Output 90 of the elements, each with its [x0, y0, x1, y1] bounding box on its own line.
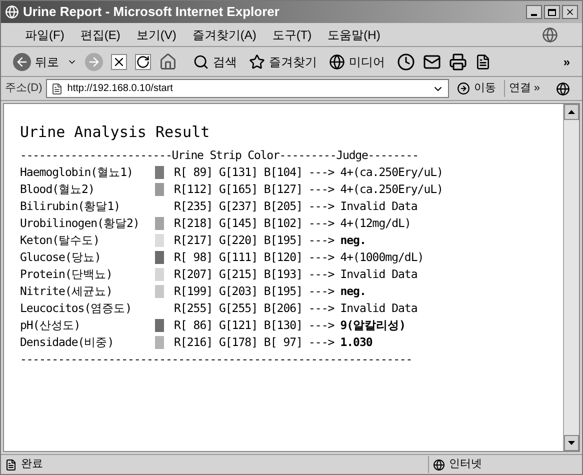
rgb-value: R[112] G[165] B[127]: [174, 181, 302, 198]
report-header: ------------------------Urine Strip Color---------Judge--------: [20, 147, 420, 164]
page-icon: [5, 458, 17, 470]
address-label: 주소(D): [5, 81, 42, 96]
favorites-button[interactable]: 즐겨찾기: [249, 52, 317, 70]
analyte-name: Keton(탈수도): [20, 232, 100, 249]
judge-result: Invalid Data: [340, 266, 418, 283]
report-title: Urine Analysis Result: [20, 124, 211, 141]
print-button[interactable]: [449, 52, 467, 70]
rgb-value: R[216] G[178] B[ 97]: [174, 334, 302, 351]
analyte-name: Haemoglobin(혈뇨1): [20, 164, 134, 181]
judge-result: 4+(ca.250Ery/uL): [340, 164, 443, 181]
rgb-value: R[218] G[145] B[102]: [174, 215, 302, 232]
rgb-value: R[ 86] G[121] B[130]: [174, 317, 302, 334]
globe-icon: [433, 458, 445, 470]
judge-result: 4+(ca.250Ery/uL): [340, 181, 443, 198]
back-button[interactable]: 뒤로: [13, 52, 59, 70]
history-button[interactable]: [397, 52, 415, 70]
arrow-text: --->: [308, 181, 334, 198]
star-icon: [249, 54, 265, 70]
rgb-value: R[217] G[220] B[195]: [174, 232, 302, 249]
rgb-value: R[235] G[237] B[205]: [174, 198, 302, 215]
scroll-up-button[interactable]: [564, 104, 579, 120]
arrow-text: --->: [308, 300, 334, 317]
judge-result: neg.: [340, 283, 366, 300]
minimize-icon: [531, 14, 537, 16]
judge-result: 9(알칼리성): [340, 317, 406, 334]
judge-result: 4+(12mg/dL): [340, 215, 411, 232]
down-arrow-icon: [568, 441, 575, 445]
more-button[interactable]: »: [563, 52, 570, 70]
analyte-name: Glucose(당뇨): [20, 249, 102, 266]
report-footer: --------------------------------------------------------------: [20, 351, 563, 368]
status-text: 완료: [21, 457, 43, 472]
up-arrow-icon: [568, 110, 575, 114]
analyte-name: Blood(혈뇨2): [20, 181, 96, 198]
rgb-value: R[ 89] G[131] B[104]: [174, 164, 302, 181]
arrow-text: --->: [308, 198, 334, 215]
maximize-button[interactable]: [544, 5, 560, 19]
menu-item[interactable]: 즐겨찾기(A): [192, 26, 256, 44]
judge-result: neg.: [340, 232, 366, 249]
menu-item[interactable]: 보기(V): [136, 26, 176, 44]
judge-result: Invalid Data: [340, 300, 418, 317]
address-field[interactable]: http://192.168.0.10/start: [46, 79, 449, 98]
arrow-text: --->: [308, 283, 334, 300]
menu-item[interactable]: 도구(T): [272, 26, 312, 44]
stop-button[interactable]: [111, 54, 127, 70]
judge-result: 4+(1000mg/dL): [340, 249, 424, 266]
search-button[interactable]: 검색: [193, 52, 237, 70]
close-icon: [565, 7, 575, 17]
close-button[interactable]: [562, 5, 578, 19]
arrow-text: --->: [308, 164, 334, 181]
arrow-text: --->: [308, 334, 334, 351]
analyte-name: Nitrite(세균뇨): [20, 283, 114, 300]
go-button[interactable]: 이동: [452, 80, 500, 97]
arrow-text: --->: [308, 266, 334, 283]
menu-item[interactable]: 파일(F): [25, 26, 64, 44]
analyte-name: Urobilinogen(황달2): [20, 215, 140, 232]
minimize-button[interactable]: [526, 5, 542, 19]
links-button[interactable]: 연결 »: [504, 80, 544, 97]
edit-button[interactable]: [475, 54, 491, 70]
arrow-text: --->: [308, 232, 334, 249]
judge-result: 1.030: [340, 334, 372, 351]
scroll-down-button[interactable]: [564, 435, 579, 451]
menu-item[interactable]: 도움말(H): [328, 26, 380, 44]
browser-icon: [5, 5, 19, 19]
arrow-text: --->: [308, 317, 334, 334]
menu-item[interactable]: 편집(E): [80, 26, 120, 44]
judge-result: Invalid Data: [340, 198, 418, 215]
analyte-name: Protein(단백뇨): [20, 266, 114, 283]
media-button[interactable]: 미디어: [329, 52, 385, 70]
refresh-button[interactable]: [135, 54, 151, 70]
rgb-value: R[ 98] G[111] B[120]: [174, 249, 302, 266]
search-icon: [193, 54, 209, 70]
window-title: Urine Report - Microsoft Internet Explorer: [23, 3, 280, 22]
rgb-value: R[255] G[255] B[206]: [174, 300, 302, 317]
arrow-text: --->: [308, 215, 334, 232]
mail-button[interactable]: [423, 52, 441, 70]
scrollbar[interactable]: [563, 104, 579, 451]
analyte-name: Densidade(비중): [20, 334, 115, 351]
globe-icon: [329, 54, 345, 70]
maximize-icon: [548, 8, 556, 16]
rgb-value: R[199] G[203] B[195]: [174, 283, 302, 300]
analyte-name: pH(산성도): [20, 317, 82, 334]
zone-text: 인터넷: [449, 457, 482, 472]
rgb-value: R[207] G[215] B[193]: [174, 266, 302, 283]
analyte-name: Bilirubin(황달1): [20, 198, 122, 215]
arrow-text: --->: [308, 249, 334, 266]
page-icon: [51, 82, 64, 94]
home-button[interactable]: [159, 52, 177, 70]
analyte-name: Leucocitos(염증도): [20, 300, 133, 317]
